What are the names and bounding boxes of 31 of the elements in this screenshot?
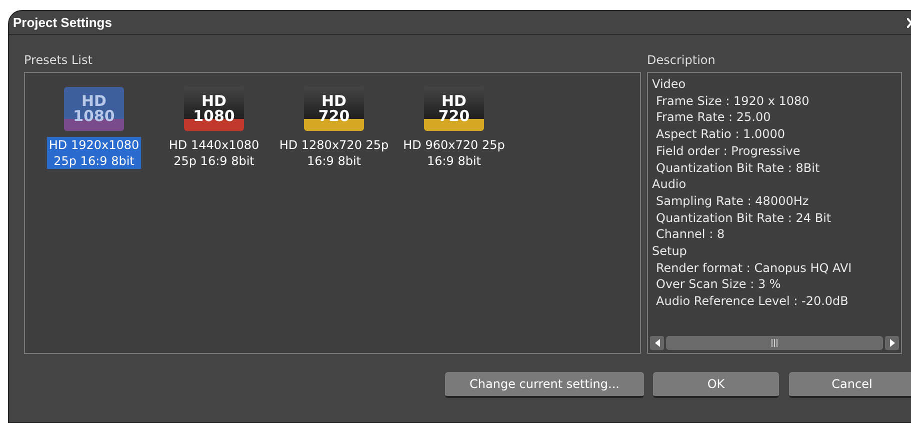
section-heading: Setup [652,243,688,260]
left-arrow-icon[interactable] [654,339,660,347]
description-line: Frame Size : 1920 x 1080 [655,92,810,110]
preset-label: HD 1440x1080 25p 16:9 8bit [168,137,260,169]
description-line: Frame Rate : 25.00 [655,109,772,126]
description-line: Channel : 8 [655,226,726,244]
scrollbar-thumb[interactable] [666,336,883,350]
description-line: Quantization Bit Rate : 8Bit [655,160,821,176]
change-setting-button[interactable]: Change current setting... [445,372,644,398]
description-line: Audio Reference Level : -20.0dB [655,293,850,310]
right-arrow-icon[interactable] [890,339,894,347]
description-line: Field order : Progressive [655,142,802,160]
description-line: Over Scan Size : 3 % [655,276,782,294]
window-title: Project Settings [13,14,112,32]
section-heading: Video [652,76,687,93]
preset-label: HD 1280x720 25p 16:9 8bit [278,137,390,169]
preset-label: HD 960x720 25p 16:9 8bit [402,137,506,169]
ok-button[interactable]: OK [653,372,779,398]
description-line: Sampling Rate : 48000Hz [655,192,810,210]
description-label: Description [647,52,716,69]
description-line: Quantization Bit Rate : 24 Bit [655,210,832,226]
cancel-button[interactable]: Cancel [789,372,911,398]
hd-badge-icon: HD 1080 [64,87,124,131]
horizontal-scrollbar[interactable] [650,335,899,351]
section-heading: Audio [652,176,688,193]
presets-label: Presets List [24,52,94,69]
description-line: Aspect Ratio : 1.0000 [655,126,786,143]
preset-item[interactable]: HD 1080 HD 1920x1080 25p 16:9 8bit [35,87,153,169]
grip-icon [771,339,778,347]
preset-label: HD 1920x1080 25p 16:9 8bit [46,137,142,169]
description-line: Render format : Canopus HQ AVI [655,260,853,276]
